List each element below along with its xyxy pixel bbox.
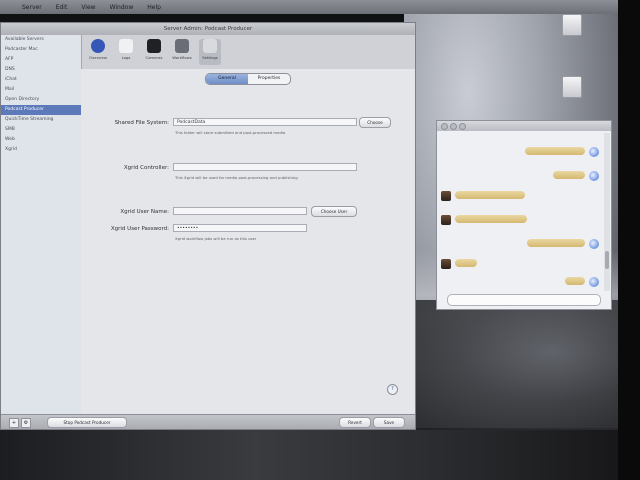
chat-title-bar <box>437 121 611 131</box>
desk-surface <box>0 430 640 480</box>
sidebar-item[interactable]: SMB <box>1 125 81 135</box>
revert-button[interactable]: Revert <box>339 417 371 428</box>
menu-bar: Server Edit View Window Help <box>0 0 618 14</box>
desktop-file-icon[interactable] <box>550 76 594 100</box>
monitor-bezel <box>618 0 640 480</box>
toolbar-label: Workflows <box>172 55 192 60</box>
shared-fs-field[interactable]: PodcastData <box>173 118 357 126</box>
help-button[interactable]: ? <box>387 384 398 395</box>
logs-icon <box>119 39 133 53</box>
sidebar-item[interactable]: Available Servers <box>1 35 81 45</box>
chat-message <box>525 147 585 155</box>
toolbar-logs-button[interactable]: Logs <box>115 39 137 65</box>
xgrid-user-field[interactable] <box>173 207 307 215</box>
chat-message <box>553 171 585 179</box>
chat-message-input[interactable] <box>447 294 601 306</box>
workflows-icon <box>175 39 189 53</box>
toolbar-label: Cameras <box>145 55 163 60</box>
document-icon <box>562 76 582 98</box>
add-icon[interactable]: + <box>9 418 19 428</box>
window-controls <box>441 123 466 130</box>
xgrid-user-label: Xgrid User Name: <box>120 209 169 215</box>
avatar <box>441 259 451 269</box>
avatar <box>589 277 599 287</box>
cameras-icon <box>147 39 161 53</box>
tab-properties[interactable]: Properties <box>248 74 290 84</box>
stop-podcast-producer-button[interactable]: Stop Podcast Producer <box>47 417 127 428</box>
menu-server[interactable]: Server <box>22 4 42 11</box>
window-title: Server Admin: Podcast Producer <box>1 23 415 35</box>
server-admin-window: Server Admin: Podcast Producer Available… <box>0 22 416 430</box>
avatar <box>441 215 451 225</box>
xgrid-controller-label: Xgrid Controller: <box>123 165 169 171</box>
close-icon[interactable] <box>441 123 448 130</box>
shared-fs-hint: This folder will store submitted and pos… <box>175 130 286 135</box>
chat-window <box>436 120 612 310</box>
wallpaper-rocks <box>404 300 618 430</box>
avatar <box>589 171 599 181</box>
xgrid-password-hint: Xgrid workflow jobs will be run as this … <box>175 236 257 241</box>
bottom-bar: + ⚙ Stop Podcast Producer Revert Save <box>1 414 415 429</box>
sidebar-item[interactable]: iChat <box>1 75 81 85</box>
sidebar-item[interactable]: DNS <box>1 65 81 75</box>
toolbar-label: Logs <box>121 55 131 60</box>
avatar <box>589 239 599 249</box>
toolbar-workflows-button[interactable]: Workflows <box>171 39 193 65</box>
chat-scrollbar[interactable] <box>604 133 610 291</box>
scroll-thumb[interactable] <box>605 251 609 269</box>
chat-message <box>527 239 585 247</box>
settings-tabs: General Properties <box>205 73 291 85</box>
sidebar-item[interactable]: Podcast Producer <box>1 105 81 115</box>
toolbar-settings-button[interactable]: Settings <box>199 39 221 65</box>
xgrid-controller-hint: This Xgrid will be used for media post-p… <box>175 175 298 180</box>
toolbar-label: Settings <box>202 55 218 60</box>
zoom-icon[interactable] <box>459 123 466 130</box>
toolbar: Overview Logs Cameras Workflows Settings <box>81 35 415 69</box>
avatar <box>441 191 451 201</box>
xgrid-controller-field[interactable] <box>173 163 357 171</box>
sidebar-item[interactable]: Xgrid <box>1 145 81 155</box>
xgrid-password-field[interactable]: •••••••• <box>173 224 307 232</box>
chat-message <box>455 259 477 267</box>
choose-user-button[interactable]: Choose User <box>311 206 357 217</box>
menu-window[interactable]: Window <box>110 4 134 11</box>
choose-button[interactable]: Choose <box>359 117 391 128</box>
sidebar-item[interactable]: Mail <box>1 85 81 95</box>
overview-icon <box>91 39 105 53</box>
sidebar-item[interactable]: AFP <box>1 55 81 65</box>
save-button[interactable]: Save <box>373 417 405 428</box>
menu-view[interactable]: View <box>81 4 95 11</box>
chat-message <box>455 191 525 199</box>
settings-pane: General Properties Shared File System: P… <box>81 69 415 415</box>
sidebar-item[interactable]: Podcaster Mac <box>1 45 81 55</box>
chat-message <box>455 215 527 223</box>
settings-icon <box>203 39 217 53</box>
shared-fs-label: Shared File System: <box>114 120 169 126</box>
menu-edit[interactable]: Edit <box>56 4 68 11</box>
avatar <box>589 147 599 157</box>
menu-help[interactable]: Help <box>147 4 161 11</box>
toolbar-cameras-button[interactable]: Cameras <box>143 39 165 65</box>
chat-transcript <box>437 131 603 293</box>
toolbar-label: Overview <box>89 55 107 60</box>
xgrid-password-label: Xgrid User Password: <box>110 226 169 232</box>
sidebar-item[interactable]: Web <box>1 135 81 145</box>
sidebar-item[interactable]: Open Directory <box>1 95 81 105</box>
hard-drive-icon <box>562 14 582 36</box>
sidebar-item[interactable]: QuickTime Streaming <box>1 115 81 125</box>
tab-general[interactable]: General <box>206 74 248 84</box>
server-sidebar: Available Servers Podcaster Mac AFP DNS iCha… <box>1 35 82 415</box>
chat-message <box>565 277 585 285</box>
toolbar-overview-button[interactable]: Overview <box>87 39 109 65</box>
gear-icon[interactable]: ⚙ <box>21 418 31 428</box>
desktop-drive-icon[interactable] <box>550 14 594 38</box>
minimize-icon[interactable] <box>450 123 457 130</box>
